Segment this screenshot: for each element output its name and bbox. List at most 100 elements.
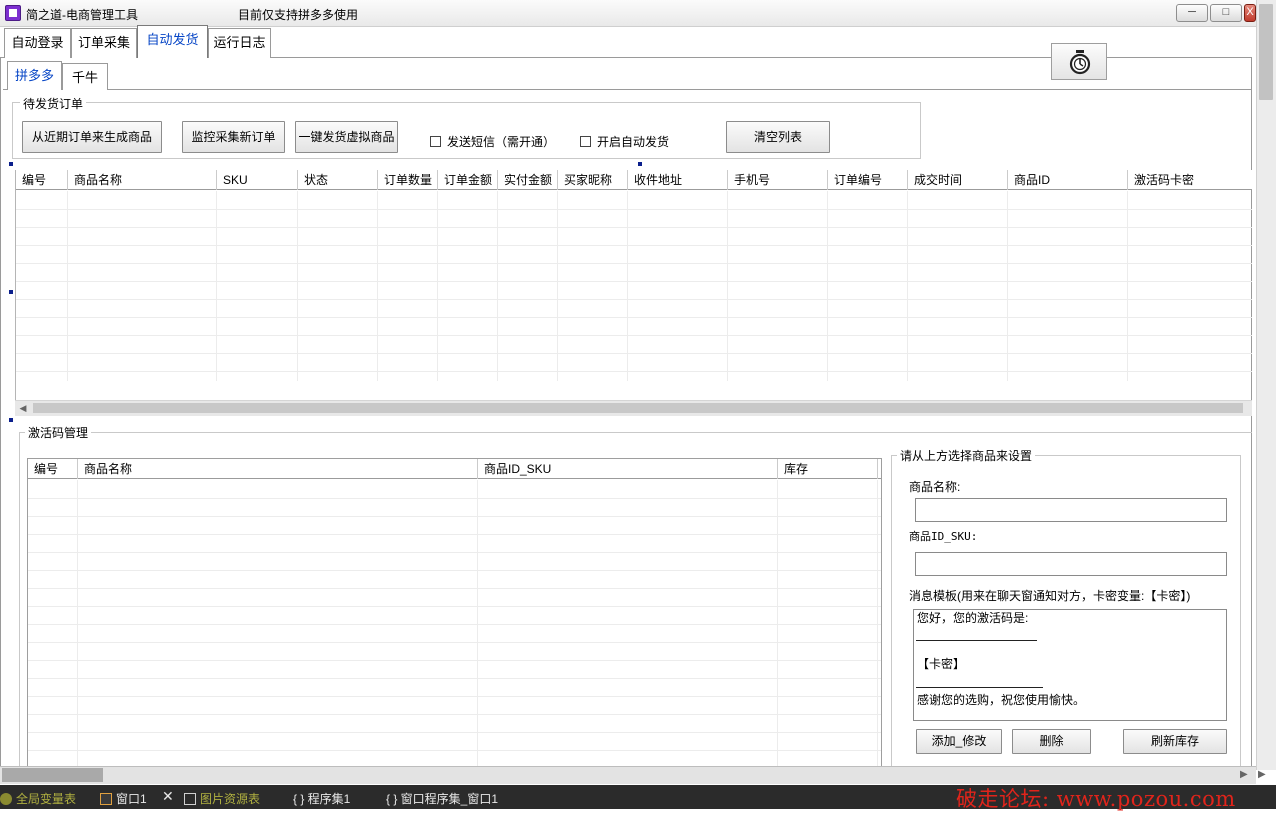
close-tab-icon[interactable]: ✕ <box>162 788 174 805</box>
orders-column-header[interactable]: 买家昵称 <box>558 170 628 190</box>
grid-row-line <box>28 624 881 625</box>
window-icon <box>100 793 112 805</box>
orders-column-header[interactable]: 实付金额 <box>498 170 558 190</box>
clear-list-button[interactable]: 清空列表 <box>726 121 830 153</box>
tab-auto-login[interactable]: 自动登录 <box>4 28 71 58</box>
tab-run-log[interactable]: 运行日志 <box>208 28 271 58</box>
orders-column-header[interactable]: 订单编号 <box>828 170 908 190</box>
grid-row-line <box>28 552 881 553</box>
scroll-right-arrow-icon[interactable]: ▶ <box>1240 768 1250 782</box>
checkbox-box[interactable] <box>580 136 591 147</box>
grid-row-line <box>16 281 1252 282</box>
orders-column-header[interactable]: 激活码卡密 <box>1128 170 1252 190</box>
subtab-qianniu[interactable]: 千牛 <box>62 63 108 90</box>
orders-column-header[interactable]: 商品名称 <box>68 170 217 190</box>
product-name-input[interactable] <box>915 498 1227 522</box>
grid-row-line <box>16 335 1252 336</box>
auto-ship-checkbox[interactable]: 开启自动发货 <box>580 133 669 150</box>
send-sms-checkbox[interactable]: 发送短信（需开通） <box>430 133 555 150</box>
title-bar[interactable] <box>0 0 1256 27</box>
tab-program-set1[interactable]: { } 程序集1 <box>293 790 350 807</box>
grid-column-line <box>777 480 778 770</box>
tab-auto-ship[interactable]: 自动发货 <box>137 25 208 58</box>
grid-row-line <box>28 750 881 751</box>
add-modify-button[interactable]: 添加_修改 <box>916 729 1002 754</box>
vertical-scrollbar-thumb[interactable] <box>1259 4 1273 100</box>
orders-column-header[interactable]: 状态 <box>298 170 378 190</box>
panel-border <box>0 57 1 770</box>
selection-handle[interactable] <box>638 162 642 166</box>
grid-column-line <box>877 480 878 770</box>
grid-row-line <box>16 371 1252 372</box>
orders-column-header[interactable]: 商品ID <box>1008 170 1128 190</box>
stopwatch-icon <box>1069 50 1091 75</box>
window-scrollbar-thumb[interactable] <box>2 768 103 782</box>
orders-scrollbar-thumb[interactable] <box>33 403 1243 413</box>
codes-table[interactable]: 编号 商品名称 商品ID_SKU 库存 <box>27 458 882 770</box>
grid-row-line <box>16 227 1252 228</box>
refresh-stock-button[interactable]: 刷新库存 <box>1123 729 1227 754</box>
app-icon <box>5 5 21 21</box>
grid-row-line <box>28 516 881 517</box>
orders-table[interactable]: 编号 商品名称 SKU 状态 订单数量 订单金额 实付金额 买家昵称 收件地址 手机号 订单编号 成交… <box>15 170 1252 416</box>
generate-from-orders-button[interactable]: 从近期订单来生成商品 <box>22 121 162 153</box>
tab-image-resources[interactable]: 图片资源表 <box>184 790 260 807</box>
orders-column-header[interactable]: SKU <box>217 170 298 190</box>
one-click-ship-button[interactable]: 一键发货虚拟商品 <box>295 121 398 153</box>
codes-column-header[interactable]: 商品名称 <box>78 459 478 479</box>
selection-handle[interactable] <box>9 418 13 422</box>
scroll-right-arrow-icon[interactable]: ▶ <box>1258 768 1268 782</box>
grid-row-line <box>28 696 881 697</box>
maximize-button[interactable]: □ <box>1210 4 1242 22</box>
codes-table-body[interactable] <box>28 480 881 770</box>
product-settings-title: 请从上方选择商品来设置 <box>897 447 1036 464</box>
codes-column-header[interactable]: 库存 <box>778 459 878 479</box>
notice-text: 目前仅支持拼多多使用 <box>238 8 359 22</box>
codes-column-header[interactable]: 编号 <box>28 459 78 479</box>
tab-order-collect[interactable]: 订单采集 <box>71 28 137 58</box>
image-icon <box>184 793 196 805</box>
selection-handle[interactable] <box>9 290 13 294</box>
orders-column-header[interactable]: 订单数量 <box>378 170 438 190</box>
globe-icon <box>0 793 12 805</box>
orders-table-body[interactable] <box>16 191 1252 381</box>
grid-column-line <box>477 480 478 770</box>
template-separator <box>916 640 1037 641</box>
codes-table-header: 编号 商品名称 商品ID_SKU 库存 <box>28 459 881 479</box>
grid-row-line <box>16 245 1252 246</box>
window-title: 简之道-电商管理工具 <box>26 8 138 22</box>
vertical-scrollbar[interactable] <box>1256 0 1276 770</box>
template-line: 【卡密】 <box>917 657 966 671</box>
grid-row-line <box>28 534 881 535</box>
minimize-button[interactable]: ─ <box>1176 4 1208 22</box>
grid-column-line <box>77 480 78 770</box>
window-horizontal-scrollbar[interactable] <box>0 766 1256 784</box>
codes-column-header[interactable]: 商品ID_SKU <box>478 459 778 479</box>
orders-column-header[interactable]: 手机号 <box>728 170 828 190</box>
orders-column-header[interactable]: 成交时间 <box>908 170 1008 190</box>
tab-window1[interactable]: 窗口1 <box>100 790 147 807</box>
subtab-pinduoduo[interactable]: 拼多多 <box>7 61 62 90</box>
product-sku-input[interactable] <box>915 552 1227 576</box>
orders-column-header[interactable]: 编号 <box>16 170 68 190</box>
scroll-left-arrow-icon[interactable]: ◀ <box>17 402 29 414</box>
timer-button[interactable] <box>1051 43 1107 80</box>
tab-window1-label: 窗口1 <box>116 792 147 806</box>
template-separator <box>916 687 1043 688</box>
grid-row-line <box>28 498 881 499</box>
tab-window-program-set[interactable]: { } 窗口程序集_窗口1 <box>386 790 498 807</box>
delete-button[interactable]: 删除 <box>1012 729 1091 754</box>
tab-image-resources-label: 图片资源表 <box>200 792 261 806</box>
monitor-new-orders-button[interactable]: 监控采集新订单 <box>182 121 285 153</box>
tab-global-variables-label: 全局变量表 <box>16 792 77 806</box>
tab-global-variables[interactable]: 全局变量表 <box>0 790 76 807</box>
orders-column-header[interactable]: 收件地址 <box>628 170 728 190</box>
message-template-textarea[interactable]: 您好，您的激活码是: 【卡密】 感谢您的选购，祝您使用愉快。 <box>913 609 1227 721</box>
checkbox-box[interactable] <box>430 136 441 147</box>
grid-row-line <box>28 732 881 733</box>
close-button[interactable]: X <box>1244 4 1256 22</box>
grid-row-line <box>28 678 881 679</box>
orders-column-header[interactable]: 订单金额 <box>438 170 498 190</box>
selection-handle[interactable] <box>9 162 13 166</box>
activation-code-title: 激活码管理 <box>25 424 92 441</box>
